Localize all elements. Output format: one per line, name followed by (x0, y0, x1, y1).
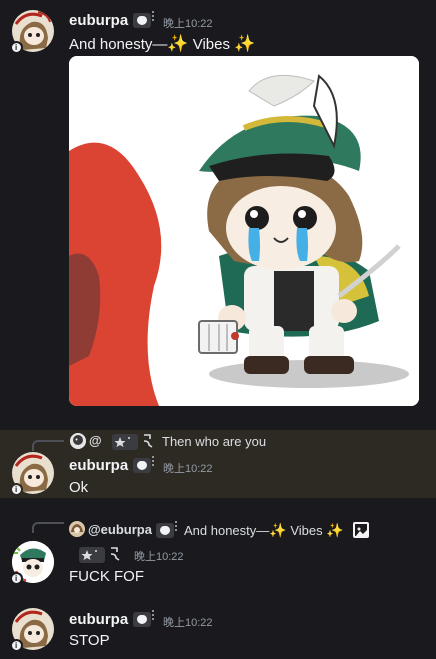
reply-avatar-icon (69, 521, 85, 537)
reply-text[interactable]: Then who are you (162, 434, 266, 449)
star-glyph (81, 550, 97, 560)
reply-avatar-icon (70, 433, 86, 449)
reply-curve-icon (32, 522, 64, 533)
badge-more-icon (152, 610, 155, 624)
username[interactable]: euburpa (69, 457, 128, 474)
sparkle-emoji-icon: ✨ (234, 34, 256, 53)
timestamp: 晚上10:22 (163, 617, 213, 629)
message-text: Ok (69, 479, 89, 496)
message-text: And honesty—✨ Vibes ✨ (69, 34, 255, 54)
username[interactable]: euburpa (69, 611, 128, 628)
timestamp: 晚上10:22 (163, 463, 213, 475)
arrow-tag-icon (110, 547, 120, 561)
badge-more-icon (152, 456, 155, 470)
reply-text-middle: Vibes (286, 523, 327, 538)
image-attachment[interactable] (69, 56, 419, 406)
heart-badge-icon (133, 13, 151, 28)
text-middle: Vibes (188, 36, 235, 53)
heart-badge-icon (133, 458, 151, 473)
star-tag-icon (79, 547, 105, 563)
reply-username[interactable]: @euburpa (88, 522, 152, 537)
status-dot: i (10, 41, 23, 54)
text-prefix: And honesty— (69, 36, 168, 53)
badge-more-icon (175, 521, 178, 535)
arrow-tag-icon (143, 434, 153, 448)
badge-more-icon (152, 11, 155, 25)
reply-curve-icon (32, 440, 64, 451)
star-glyph (114, 437, 130, 447)
status-dot: i (10, 572, 23, 585)
reply-text-prefix: And honesty— (184, 523, 270, 538)
star-tag-icon (112, 434, 138, 450)
message-1: i euburpa 晚上10:22 And honesty—✨ Vibes ✨ (0, 0, 436, 420)
timestamp: 晚上10:22 (134, 551, 184, 563)
reply-username[interactable]: @ (89, 433, 102, 448)
reply-avatar[interactable] (70, 433, 86, 449)
message-2: @ Then who are you i euburpa 晚上10:22 Ok (0, 430, 436, 498)
username[interactable]: euburpa (69, 12, 128, 29)
message-4: i euburpa 晚上10:22 STOP (0, 600, 436, 659)
heart-badge-icon (133, 612, 151, 627)
timestamp: 晚上10:22 (163, 18, 213, 30)
status-dot: i (10, 483, 23, 496)
sparkle-emoji-icon: ✨ (326, 522, 344, 538)
message-text: FUCK FOF (69, 568, 144, 585)
message-3: @euburpa And honesty—✨ Vibes ✨ i 晚上10:22… (0, 512, 436, 592)
image-attachment-icon (353, 522, 369, 538)
sparkle-emoji-icon: ✨ (167, 34, 189, 53)
sparkle-emoji-icon: ✨ (269, 522, 287, 538)
heart-badge-icon (156, 523, 174, 538)
reply-text[interactable]: And honesty—✨ Vibes ✨ (184, 522, 344, 539)
image-glyph (355, 527, 367, 537)
message-text: STOP (69, 632, 110, 649)
reply-avatar[interactable] (69, 521, 85, 537)
status-dot: i (10, 639, 23, 652)
chibi-image (69, 56, 419, 406)
